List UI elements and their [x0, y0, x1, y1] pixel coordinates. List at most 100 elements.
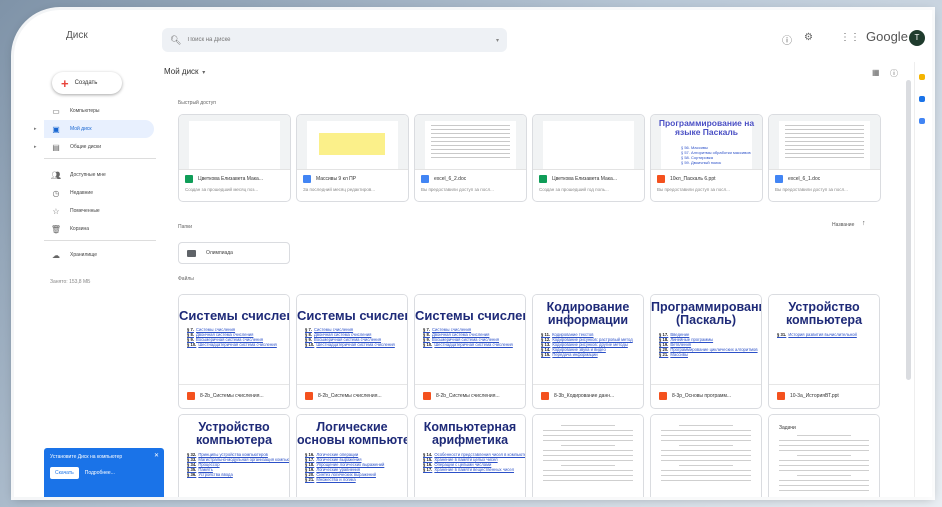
side-panel-rail	[914, 62, 932, 497]
close-icon[interactable]: ✕	[154, 452, 159, 459]
file-card[interactable]: Программирование (Паскаль)Программирован…	[650, 294, 762, 409]
top-bar: Диск 🔍︎ ▾ ⓘ ⚙ ⋮⋮ Google Т	[14, 10, 932, 62]
file-preview	[769, 115, 880, 170]
file-card[interactable]: Системы счисленияСистемы счисления§ 7.Си…	[178, 294, 290, 409]
file-preview: Системы счисленияСистемы счисления§ 7.Си…	[415, 295, 525, 385]
file-preview	[415, 115, 526, 170]
preview-title: Программирование на языке Паскаль	[658, 118, 755, 137]
sidebar-item[interactable]: ☆ Помеченные	[44, 202, 154, 220]
sheet-file-icon	[539, 175, 547, 183]
sidebar-item[interactable]: 👥︎ Доступные мне	[44, 166, 154, 184]
preview-link: § 17. Хранение в памяти вещественных чисе…	[423, 467, 515, 472]
slide-file-icon	[659, 392, 667, 400]
file-name: 8-3p_Основы программ...	[672, 393, 732, 399]
slide-file-icon	[657, 175, 665, 183]
sidebar-item[interactable]: ☁︎ Хранилище	[44, 246, 154, 264]
sidebar-item-label: Доступные мне	[70, 172, 106, 178]
sort-name-button[interactable]: Название	[832, 222, 854, 228]
file-card[interactable]	[650, 414, 762, 497]
calendar-addon-icon[interactable]	[919, 74, 925, 80]
folder-icon	[187, 249, 196, 257]
expand-caret-icon[interactable]: ▸	[34, 144, 37, 150]
quick-access-card[interactable]: Программирование на языке Паскаль § 56. М…	[650, 114, 763, 202]
install-drive-banner: Установите Диск на компьютер ✕ Скачать П…	[44, 448, 164, 497]
file-name: 10кл_Паскаль 6.ppt	[670, 176, 716, 182]
file-name: Цветкова Елизавета Мака...	[198, 176, 263, 182]
search-bar[interactable]: 🔍︎ ▾	[162, 28, 507, 52]
create-button[interactable]: + Создать	[52, 72, 122, 94]
screenshot-frame: Диск 🔍︎ ▾ ⓘ ⚙ ⋮⋮ Google Т + Создать ▭ Ком…	[14, 10, 932, 497]
folder-name: Олимпиада	[206, 250, 233, 256]
search-icon[interactable]: 🔍︎	[170, 35, 181, 46]
settings-icon[interactable]: ⚙	[804, 32, 813, 43]
sidebar-divider	[44, 158, 156, 159]
file-preview: Задачи	[769, 415, 879, 497]
file-name: 8-2b_Системы счисления...	[318, 393, 382, 399]
search-options-icon[interactable]: ▾	[496, 37, 499, 44]
learn-more-link[interactable]: Подробнее...	[85, 470, 115, 476]
file-card[interactable]: Системы счисленияСистемы счисления§ 7.Си…	[414, 294, 526, 409]
contacts-addon-icon[interactable]	[919, 118, 925, 124]
file-activity: За последний месяц редактиров...	[303, 187, 375, 192]
doc-file-icon	[775, 175, 783, 183]
expand-caret-icon[interactable]: ▸	[34, 126, 37, 132]
doc-file-icon	[303, 175, 311, 183]
sidebar-item[interactable]: ▤ Общие диски	[44, 138, 154, 156]
search-input[interactable]	[187, 37, 496, 43]
file-activity: Вы предоставили доступ за посл...	[657, 187, 730, 192]
breadcrumb[interactable]: Мой диск ▾	[164, 67, 205, 76]
preview-link: § 21. Массивы	[659, 352, 688, 357]
preview-link: § 10. Шестнадцатеричная система счисления	[305, 342, 395, 347]
preview-link: § 59. Двоичный поиск	[681, 160, 722, 165]
file-card[interactable]: Кодирование информацииКодированиеинформа…	[532, 294, 644, 409]
preview-title: Компьютерная арифметикаКомпьютернаяарифм…	[423, 420, 517, 447]
info-icon[interactable]: ⓘ	[890, 68, 898, 79]
scroll-thumb[interactable]	[906, 80, 911, 380]
apps-grid-icon[interactable]: ⋮⋮	[840, 32, 860, 43]
file-card[interactable]: Системы счисленияСистемы счисления§ 7.Си…	[296, 294, 408, 409]
scrollbar[interactable]	[906, 70, 912, 490]
file-preview: Системы счисленияСистемы счисления§ 7.Си…	[179, 295, 289, 385]
file-name: 10-3a_ИсторияВТ.ppt	[790, 393, 839, 399]
sidebar-item[interactable]: 🗑︎ Корзина	[44, 220, 154, 238]
app-title: Диск	[66, 30, 88, 41]
sort-direction-icon[interactable]: ↑	[862, 220, 866, 227]
doc-file-icon	[421, 175, 429, 183]
file-card[interactable]: Компьютерная арифметикаКомпьютернаяарифм…	[414, 414, 526, 497]
sidebar-item[interactable]: ◷ Недавние	[44, 184, 154, 202]
file-preview: Кодирование информацииКодированиеинформа…	[533, 295, 643, 385]
preview-title: Задачи	[779, 425, 796, 431]
folder-item[interactable]: Олимпиада	[178, 242, 290, 264]
chevron-down-icon[interactable]: ▾	[201, 70, 205, 76]
quick-access-card[interactable]: excel_6_1.doc Вы предоставили доступ за п…	[768, 114, 881, 202]
storage-usage: Занято: 153,8 МБ	[50, 279, 91, 285]
file-card[interactable]: Устройство компьютераУстройствокомпьютер…	[768, 294, 880, 409]
sidebar-item[interactable]: ▣ Мой диск	[44, 120, 154, 138]
download-button[interactable]: Скачать	[50, 467, 79, 479]
quick-access-card[interactable]: Цветкова Елизавета Мака... Создан за прош…	[178, 114, 291, 202]
file-activity: Создан за прошедший год поль...	[539, 187, 609, 192]
help-icon[interactable]: ⓘ	[782, 32, 792, 47]
breadcrumb-my-drive[interactable]: Мой диск	[164, 67, 199, 76]
folders-label: Папки	[178, 224, 193, 230]
plus-icon: +	[61, 75, 69, 91]
file-card[interactable]: Задачи	[768, 414, 880, 497]
preview-link: § 31. История развития вычислительной	[777, 332, 857, 337]
file-card[interactable]: Логические основы компьютеровЛогическиео…	[296, 414, 408, 497]
grid-view-icon[interactable]: ▦	[872, 68, 880, 77]
quick-access-card[interactable]: excel_6_2.doc Вы предоставили доступ за п…	[414, 114, 527, 202]
sidebar-item[interactable]: ▭ Компьютеры	[44, 102, 154, 120]
preview-title: Системы счисленияСистемы счисления	[415, 308, 525, 323]
clock-icon: ◷	[52, 188, 60, 198]
preview-title: Системы счисленияСистемы счисления	[179, 308, 289, 323]
file-card[interactable]	[532, 414, 644, 497]
quick-access-card[interactable]: Цветкова Елизавета Мака... Создан за прош…	[532, 114, 645, 202]
preview-link: § 10. Шестнадцатеричная система счисления	[187, 342, 277, 347]
file-card[interactable]: Устройство компьютераУстройствокомпьютер…	[178, 414, 290, 497]
file-preview: Устройство компьютераУстройствокомпьютер…	[769, 295, 879, 385]
avatar[interactable]: Т	[909, 30, 925, 46]
sidebar-item-label: Недавние	[70, 190, 93, 196]
google-logo[interactable]: Google	[866, 29, 908, 44]
tasks-addon-icon[interactable]	[919, 96, 925, 102]
quick-access-card[interactable]: Массивы 9 кл ПР За последний месяц редакт…	[296, 114, 409, 202]
